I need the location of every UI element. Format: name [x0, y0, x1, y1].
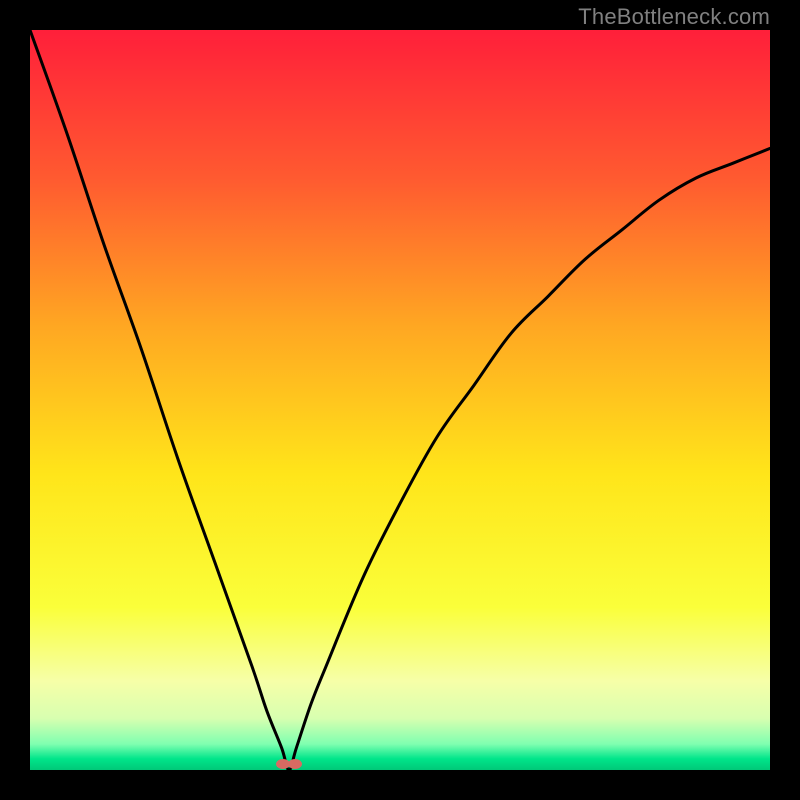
chart-frame: TheBottleneck.com [0, 0, 800, 800]
attribution-text: TheBottleneck.com [578, 4, 770, 30]
minimum-marker [276, 759, 302, 769]
bottleneck-curve [30, 30, 770, 770]
bottleneck-curve-svg [30, 30, 770, 770]
plot-area [30, 30, 770, 770]
